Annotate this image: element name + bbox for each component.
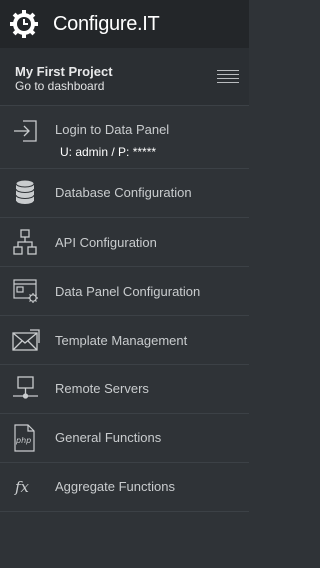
brand-name: Configure.IT [53,12,160,35]
envelope-icon [12,327,40,355]
login-credentials: U: admin / P: ***** [60,145,157,159]
menu-item-label: Aggregate Functions [55,479,175,494]
menu-item-api-configuration[interactable]: API Configuration [0,218,249,267]
menu-item-data-panel-configuration[interactable]: Data Panel Configuration [0,267,249,316]
menu-item-label: Data Panel Configuration [55,284,201,299]
menu-item-label: General Functions [55,430,162,445]
window-gear-icon [12,277,40,305]
project-name: My First Project [15,64,113,79]
monitor-icon [12,375,40,403]
menu-item-template-management[interactable]: Template Management [0,316,249,365]
login-icon [12,117,40,145]
menu-item-label: API Configuration [55,235,157,250]
php-file-icon: php [12,424,40,452]
project-panel[interactable]: My First Project Go to dashboard [0,48,249,106]
app-header: Configure.IT [0,0,249,48]
database-icon [12,179,40,207]
sitemap-icon [12,228,40,256]
menu-item-label: Database Configuration [55,185,192,200]
sidebar-empty-area [0,512,249,568]
menu-item-aggregate-functions[interactable]: fx Aggregate Functions [0,463,249,512]
menu-item-label: Template Management [55,333,188,348]
svg-text:fx: fx [14,478,30,496]
gear-clock-logo-icon [10,10,38,38]
menu-item-login-data-panel[interactable]: Login to Data Panel U: admin / P: ***** [0,106,249,169]
menu-item-label: Login to Data Panel [55,122,170,137]
menu-item-remote-servers[interactable]: Remote Servers [0,365,249,414]
dashboard-link[interactable]: Go to dashboard [15,79,249,94]
menu-item-label: Remote Servers [55,381,149,396]
menu-item-general-functions[interactable]: php General Functions [0,414,249,463]
hamburger-icon[interactable] [217,70,239,83]
menu-item-database-configuration[interactable]: Database Configuration [0,169,249,218]
svg-text:php: php [15,436,31,445]
fx-icon: fx [12,473,40,501]
